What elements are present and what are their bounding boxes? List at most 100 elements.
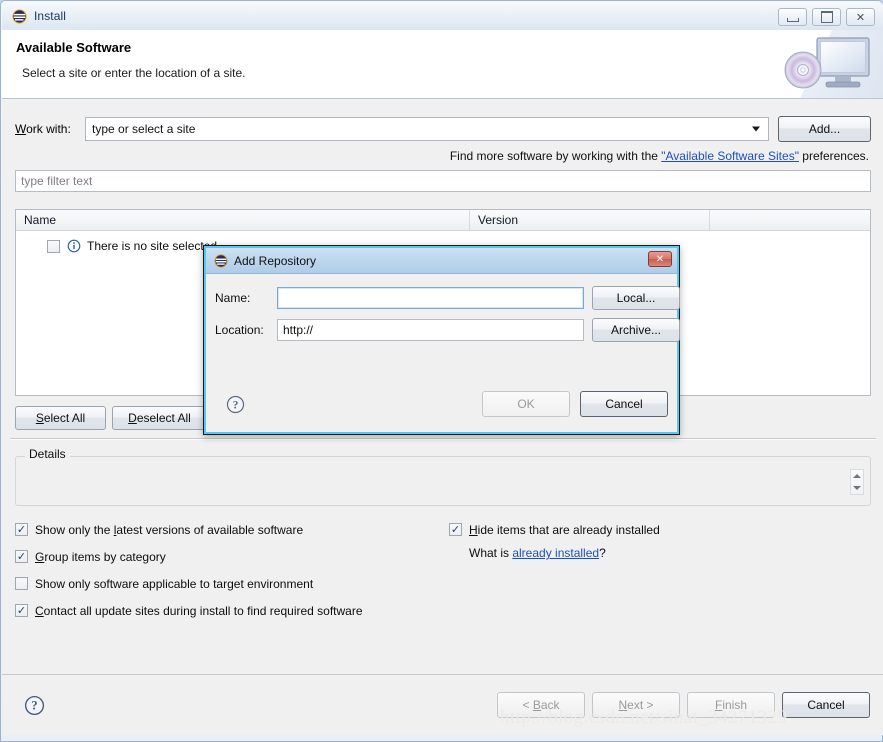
- archive-button-label: Archive...: [610, 323, 661, 337]
- add-button[interactable]: Add...: [778, 116, 871, 142]
- local-button-label: Local...: [616, 291, 656, 305]
- eclipse-icon: [214, 253, 228, 268]
- minimize-button[interactable]: [778, 8, 807, 26]
- details-group: Details: [15, 447, 871, 510]
- find-more-software-text: Find more software by working with the "…: [450, 149, 869, 163]
- column-header-name[interactable]: Name: [16, 210, 470, 230]
- select-all-label: Select All: [35, 411, 86, 425]
- repository-location-row: Location: http:// Archive...: [206, 318, 680, 342]
- install-wizard-window: Install ✕ Available Software Select a si…: [0, 0, 883, 742]
- dialog-help-icon[interactable]: ?: [226, 395, 245, 414]
- row-checkbox[interactable]: [47, 239, 60, 253]
- checkbox-show-latest-versions[interactable]: [15, 523, 28, 536]
- option-label: Show only the latest versions of availab…: [35, 522, 304, 537]
- dialog-cancel-button[interactable]: Cancel: [580, 391, 668, 417]
- next-button[interactable]: Next >: [592, 692, 680, 718]
- details-box[interactable]: [15, 456, 871, 506]
- cancel-button-label: Cancel: [807, 698, 845, 712]
- ok-button-label: OK: [517, 397, 535, 411]
- minimize-icon: [786, 17, 799, 22]
- dialog-close-button[interactable]: ✕: [648, 251, 672, 267]
- help-icon[interactable]: ?: [24, 695, 45, 716]
- info-icon: [67, 239, 81, 253]
- svg-text:?: ?: [31, 699, 37, 713]
- chevron-down-icon[interactable]: [853, 486, 861, 490]
- repository-name-row: Name: Local...: [206, 286, 680, 310]
- content-divider: [10, 438, 876, 440]
- select-all-button[interactable]: Select All: [15, 406, 106, 430]
- close-icon: ✕: [655, 253, 665, 265]
- ok-button[interactable]: OK: [482, 391, 570, 417]
- chevron-down-icon[interactable]: [752, 126, 760, 132]
- wizard-footer: ? < Back Next > Finish Cancel: [2, 674, 883, 735]
- window-controls: ✕: [778, 8, 875, 26]
- add-button-label: Add...: [808, 122, 841, 136]
- checkbox-group-by-category[interactable]: [15, 550, 28, 563]
- window-titlebar: Install ✕: [2, 2, 883, 30]
- details-spinner[interactable]: [850, 469, 864, 495]
- back-button[interactable]: < Back: [497, 692, 585, 718]
- details-legend: Details: [25, 447, 70, 461]
- checkbox-target-environment[interactable]: [15, 577, 28, 590]
- work-with-label-rest: ork with:: [26, 122, 71, 136]
- maximize-icon: [820, 11, 833, 23]
- option-hide-installed[interactable]: Hide items that are already installed: [449, 519, 869, 540]
- column-header-extra[interactable]: [710, 210, 870, 230]
- dialog-titlebar: Add Repository ✕: [206, 248, 677, 274]
- chevron-up-icon[interactable]: [853, 474, 861, 478]
- work-with-label: Work with:: [15, 122, 71, 136]
- footer-buttons: < Back Next > Finish Cancel: [497, 692, 870, 718]
- add-repository-dialog: Add Repository ✕ Name: Local... Location…: [203, 245, 680, 435]
- option-label: Contact all update sites during install …: [35, 603, 363, 618]
- archive-button[interactable]: Archive...: [592, 318, 680, 342]
- what-is-prefix: What is: [469, 546, 513, 560]
- checkbox-contact-update-sites[interactable]: [15, 604, 28, 617]
- what-is-already-installed: What is already installed?: [469, 546, 869, 560]
- deselect-all-button[interactable]: Deselect All: [112, 406, 207, 430]
- find-more-suffix: preferences.: [798, 149, 869, 163]
- options-area: Show only the latest versions of availab…: [15, 519, 871, 627]
- close-button[interactable]: ✕: [846, 8, 875, 26]
- repository-location-input[interactable]: http://: [277, 319, 584, 341]
- table-header: Name Version: [16, 210, 870, 231]
- column-header-version[interactable]: Version: [470, 210, 710, 230]
- repository-name-input[interactable]: [277, 287, 584, 309]
- find-more-prefix: Find more software by working with the: [449, 149, 662, 163]
- checkbox-hide-installed[interactable]: [449, 523, 462, 536]
- row-name: There is no site selected.: [87, 239, 221, 253]
- eclipse-icon: [12, 8, 27, 24]
- repository-name-label: Name:: [215, 291, 251, 305]
- dialog-title: Add Repository: [234, 253, 317, 268]
- filter-placeholder: type filter text: [21, 174, 93, 188]
- option-contact-update-sites[interactable]: Contact all update sites during install …: [15, 600, 871, 621]
- cancel-button[interactable]: Cancel: [782, 692, 870, 718]
- option-target-environment[interactable]: Show only software applicable to target …: [15, 573, 871, 594]
- dialog-cancel-label: Cancel: [605, 397, 643, 411]
- work-with-value: type or select a site: [92, 122, 196, 136]
- option-label: Hide items that are already installed: [469, 522, 660, 537]
- work-with-combo[interactable]: type or select a site: [85, 117, 769, 141]
- deselect-all-label: Deselect All: [128, 411, 191, 425]
- wizard-banner: Available Software Select a site or ente…: [2, 30, 883, 99]
- work-with-row: Work with: type or select a site Add...: [15, 116, 871, 142]
- finish-button[interactable]: Finish: [687, 692, 775, 718]
- monitor-disc-icon: [784, 37, 870, 89]
- repository-location-label: Location:: [215, 323, 264, 337]
- local-button[interactable]: Local...: [592, 286, 680, 310]
- maximize-button[interactable]: [812, 8, 841, 26]
- close-icon: ✕: [855, 10, 866, 24]
- banner-graphic: [763, 30, 883, 98]
- already-installed-link[interactable]: already installed: [512, 546, 599, 560]
- options-right-column: Hide items that are already installed Wh…: [449, 519, 869, 560]
- available-software-sites-link[interactable]: "Available Software Sites": [661, 149, 799, 163]
- repository-location-value: http://: [283, 323, 314, 337]
- back-button-label: < Back: [522, 698, 560, 712]
- next-button-label: Next >: [618, 698, 654, 712]
- page-subtitle: Select a site or enter the location of a…: [22, 66, 246, 80]
- filter-input[interactable]: type filter text: [15, 170, 871, 192]
- page-title: Available Software: [16, 40, 132, 55]
- option-label: Group items by category: [35, 549, 166, 564]
- svg-text:?: ?: [233, 399, 239, 411]
- window-title: Install: [34, 9, 67, 23]
- finish-button-label: Finish: [714, 698, 748, 712]
